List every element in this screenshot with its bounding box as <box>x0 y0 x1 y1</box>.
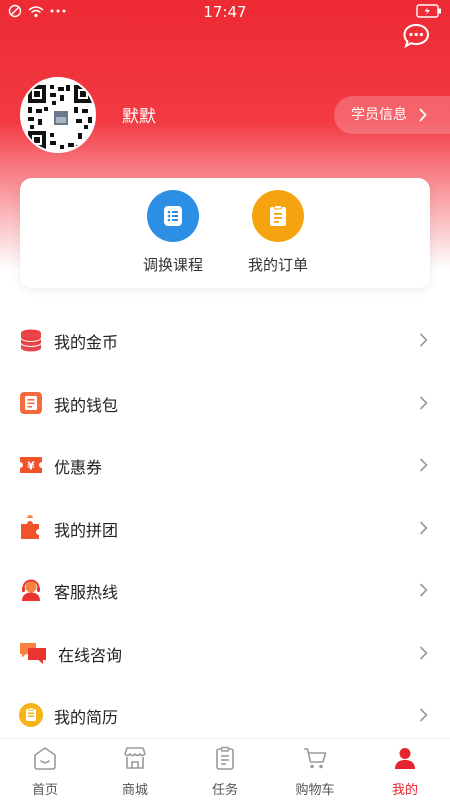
store-icon <box>124 747 146 769</box>
bottom-tab-bar: 首页 商城 任务 购物车 我的 <box>0 738 450 800</box>
quick-actions-card: 调换课程 我的订单 <box>20 178 430 288</box>
tab-store[interactable]: 商城 <box>90 739 180 800</box>
tab-tasks[interactable]: 任务 <box>180 739 270 800</box>
svg-text:¥: ¥ <box>27 460 35 473</box>
coins-icon <box>20 329 42 352</box>
chevron-right-icon <box>419 645 428 660</box>
student-info-button[interactable]: 学员信息 <box>334 96 450 134</box>
student-info-label: 学员信息 <box>351 107 407 123</box>
profile-icon <box>395 748 415 769</box>
menu-item-label: 我的拼团 <box>54 520 119 540</box>
messages-button[interactable] <box>402 22 432 50</box>
coupon-icon: ¥ <box>20 457 42 473</box>
chevron-right-icon <box>418 96 427 136</box>
resume-icon <box>19 703 43 727</box>
menu-item-online-consult[interactable]: 在线咨询 <box>0 622 450 685</box>
tab-label: 商城 <box>121 783 148 798</box>
menu-list: 我的金币 我的钱包 ¥ 优惠券 我的拼团 客服热线 在线咨询 我的简历 <box>0 309 450 747</box>
my-orders-button[interactable]: 我的订单 <box>233 190 323 275</box>
username: 默默 <box>122 107 156 127</box>
menu-item-label: 优惠券 <box>54 458 103 477</box>
menu-item-coupons[interactable]: ¥ 优惠券 <box>0 434 450 497</box>
chevron-right-icon <box>419 333 428 347</box>
menu-item-label: 我的简历 <box>54 708 119 727</box>
change-course-label: 调换课程 <box>142 256 203 274</box>
change-course-button[interactable]: 调换课程 <box>128 190 218 275</box>
menu-item-group-buy[interactable]: 我的拼团 <box>0 497 450 560</box>
tab-label: 首页 <box>31 783 58 798</box>
menu-item-label: 我的金币 <box>54 333 119 352</box>
menu-item-label: 在线咨询 <box>58 645 123 665</box>
headset-icon <box>22 579 40 601</box>
tab-home[interactable]: 首页 <box>0 739 90 800</box>
tab-label: 任务 <box>211 783 238 798</box>
status-bar: 17:47 <box>0 0 450 24</box>
menu-item-label: 客服热线 <box>54 583 119 602</box>
menu-item-hotline[interactable]: 客服热线 <box>0 559 450 622</box>
tab-label: 购物车 <box>295 783 335 798</box>
chevron-right-icon <box>419 395 428 410</box>
puzzle-icon <box>21 514 39 539</box>
chat-icon <box>20 642 46 664</box>
my-orders-label: 我的订单 <box>247 256 308 274</box>
menu-item-coins[interactable]: 我的金币 <box>0 309 450 372</box>
clock: 17:47 <box>203 3 247 21</box>
chevron-right-icon <box>419 583 428 597</box>
task-icon <box>216 746 234 770</box>
menu-item-wallet[interactable]: 我的钱包 <box>0 372 450 435</box>
battery-charging-icon <box>416 4 441 18</box>
chevron-right-icon <box>419 708 428 722</box>
list-icon <box>147 190 199 242</box>
cart-icon <box>304 748 327 769</box>
avatar[interactable] <box>20 77 96 153</box>
tab-profile[interactable]: 我的 <box>360 739 450 800</box>
clipboard-icon <box>252 190 304 242</box>
tab-cart[interactable]: 购物车 <box>270 739 360 800</box>
menu-item-label: 我的钱包 <box>54 395 119 415</box>
chevron-right-icon <box>419 458 428 472</box>
tab-label: 我的 <box>391 783 418 798</box>
chat-bubbles-icon <box>403 23 430 49</box>
home-icon <box>34 747 56 770</box>
wallet-icon <box>20 391 42 414</box>
chevron-right-icon <box>419 520 428 535</box>
